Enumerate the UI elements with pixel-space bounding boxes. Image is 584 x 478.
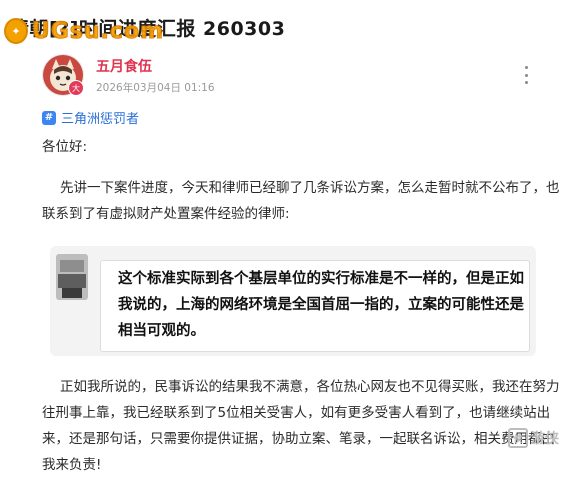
post-paragraph: 正如我所说的，民事诉讼的结果我不满意，各位热心网友也不见得买账，我还在努力往刑事… <box>42 379 560 473</box>
post-paragraph: 先讲一下案件进度，今天和律师已经聊了几条诉讼方案，怎么走暂时就不公布了，也联系到… <box>42 180 560 222</box>
more-dot-icon <box>524 73 528 77</box>
watermark-logo-icon: 侠 <box>508 428 528 448</box>
topic-tag[interactable]: # 三角洲惩罚者 <box>42 108 139 127</box>
topic-label: 三角洲惩罚者 <box>61 112 140 127</box>
post-greeting: 各位好: <box>42 139 88 155</box>
post-timestamp: 2026年03月04日 01:16 <box>96 82 215 94</box>
blurred-avatar-thumbnail <box>56 254 88 300</box>
more-dot-icon <box>524 81 528 84</box>
watermark-logo-text: UGsu.com <box>31 18 164 44</box>
quoted-text: 这个标准实际到各个基层单位的实行标准是不一样的，但是正如我说的，上海的网络环境是… <box>118 271 524 339</box>
author-name[interactable]: 五月食伍 <box>96 56 152 76</box>
more-options-button[interactable] <box>520 66 532 84</box>
corner-watermark: 侠 游侠 <box>508 428 559 448</box>
level-badge: 大 <box>68 80 84 96</box>
corner-watermark-text: 游侠 <box>531 431 559 447</box>
more-dot-icon <box>524 66 528 69</box>
watermark-badge-icon: ✦ <box>4 18 28 44</box>
hashtag-icon: # <box>42 110 56 125</box>
site-watermark-logo: ✦ UGsu.com <box>4 14 164 48</box>
